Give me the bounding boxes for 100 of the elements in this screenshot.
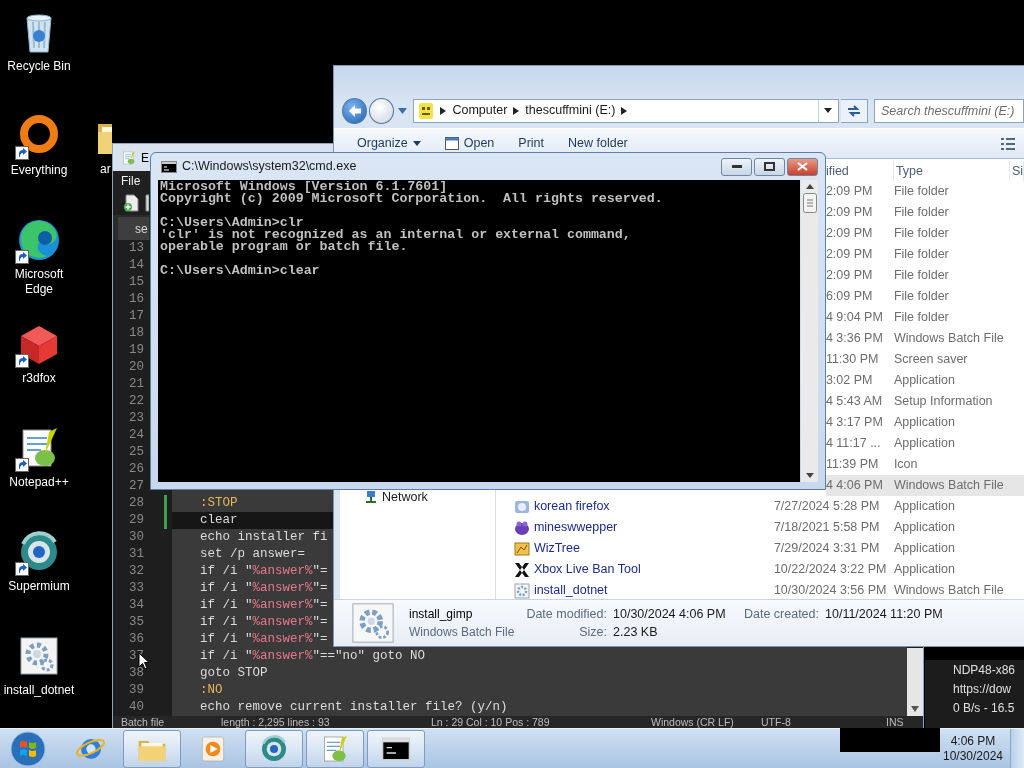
breadcrumb-item[interactable]: thescuffmini (E:) bbox=[525, 101, 616, 120]
line-number: 23 bbox=[128, 410, 145, 427]
code-line: set /p answer= bbox=[200, 547, 306, 561]
file-row[interactable]: 4 11:17 ... Application bbox=[825, 433, 1024, 454]
type-text: Application bbox=[893, 373, 956, 388]
file-row[interactable]: install_dotnet 10/30/2024 3:56 PM Windows Batch File bbox=[495, 580, 1024, 601]
chevron-icon bbox=[621, 106, 628, 115]
close-button[interactable] bbox=[787, 157, 818, 176]
file-row[interactable]: 2:09 PM File folder bbox=[825, 244, 1024, 265]
icon-label[interactable]: install_dotnet bbox=[3, 683, 75, 698]
file-row[interactable]: 6:09 PM File folder bbox=[825, 286, 1024, 307]
search-field[interactable]: Search thescuffmini (E:) bbox=[874, 98, 1024, 123]
code-line: if /i "%answer%"= bbox=[200, 581, 328, 595]
creature-icon bbox=[513, 519, 530, 536]
scroll-thumb-icon[interactable] bbox=[802, 193, 817, 213]
date-text: 4 3:17 PM bbox=[825, 415, 883, 430]
caret-icon bbox=[412, 141, 421, 146]
date-text: 4 9:04 PM bbox=[825, 310, 883, 325]
line-number: 17 bbox=[128, 308, 145, 325]
list-view-icon bbox=[1000, 136, 1016, 151]
date-text: 4 3:36 PM bbox=[825, 331, 883, 346]
file-row[interactable]: 2:09 PM File folder bbox=[825, 181, 1024, 202]
field-value: 2.23 KB bbox=[613, 625, 659, 640]
type-text: File folder bbox=[893, 310, 949, 325]
status-text: length : 2,295 lines : 93 bbox=[221, 716, 331, 728]
file-name: install_gimp bbox=[409, 606, 473, 622]
type-text: File folder bbox=[893, 184, 949, 199]
file-row[interactable]: 3:02 PM Application bbox=[825, 370, 1024, 391]
clock-time[interactable]: 4:06 PM bbox=[950, 733, 996, 749]
file-row[interactable]: 2:09 PM File folder bbox=[825, 202, 1024, 223]
file-row[interactable]: 2:09 PM File folder bbox=[825, 265, 1024, 286]
file-row[interactable]: 11:30 PM Screen saver bbox=[825, 349, 1024, 370]
scrollbar[interactable] bbox=[801, 180, 818, 482]
icon-label[interactable]: Microsoft Edge bbox=[1, 267, 77, 297]
minimize-button[interactable] bbox=[721, 157, 752, 176]
file-type: Windows Batch File bbox=[409, 624, 515, 640]
clock-date[interactable]: 10/30/2024 bbox=[942, 748, 1004, 764]
back-button[interactable] bbox=[342, 97, 368, 124]
file-row[interactable]: Xbox Live Ban Tool 10/22/2024 3:22 PM Application bbox=[495, 559, 1024, 580]
icon-label[interactable]: Supermium bbox=[8, 579, 70, 594]
file-row[interactable]: WizTree 7/29/2024 3:31 PM Application bbox=[495, 538, 1024, 559]
console-line: operable program or batch file. bbox=[160, 241, 409, 253]
type-text: Application bbox=[893, 415, 956, 430]
toolbar-button[interactable]: New folder bbox=[560, 131, 636, 156]
file-row[interactable]: 4 4:06 PM Windows Batch File bbox=[825, 475, 1024, 496]
maximize-button[interactable] bbox=[754, 157, 785, 176]
toolbar-button[interactable]: Organize bbox=[349, 131, 429, 156]
type-text: Windows Batch File bbox=[893, 583, 1004, 598]
drive-icon bbox=[418, 101, 435, 120]
caret-icon bbox=[398, 107, 408, 114]
field-value: 10/11/2024 11:20 PM bbox=[825, 607, 943, 622]
type-text: Windows Batch File bbox=[893, 331, 1004, 346]
date-text: 2:09 PM bbox=[825, 247, 873, 262]
address-bar[interactable]: Computer thescuffmini (E:) bbox=[413, 98, 839, 123]
icon-label[interactable]: Everything bbox=[10, 163, 68, 178]
file-row[interactable]: 4 9:04 PM File folder bbox=[825, 307, 1024, 328]
file-row[interactable]: 11:39 PM Icon bbox=[825, 454, 1024, 475]
code-line: if /i "%answer%"= bbox=[200, 615, 328, 629]
scroll-down-icon bbox=[911, 706, 919, 712]
type-text: Screen saver bbox=[893, 352, 968, 367]
windows-orb-icon bbox=[10, 730, 46, 767]
file-row[interactable]: 2:09 PM File folder bbox=[825, 223, 1024, 244]
toolbar-button[interactable]: Print bbox=[510, 131, 553, 156]
code-line: if /i "%answer%"=="no" goto NO bbox=[200, 649, 426, 663]
status-text: Windows (CR LF) bbox=[651, 716, 735, 728]
icon-label[interactable]: ar bbox=[100, 162, 111, 176]
file-row[interactable]: 4 3:36 PM Windows Batch File bbox=[825, 328, 1024, 349]
file-row[interactable]: 4 3:17 PM Application bbox=[825, 412, 1024, 433]
icon-label[interactable]: Recycle Bin bbox=[7, 59, 71, 74]
back-arrow-icon bbox=[347, 103, 362, 118]
field-label: Date created: bbox=[743, 607, 819, 622]
forward-button[interactable] bbox=[369, 97, 395, 124]
taskbar-button[interactable] bbox=[367, 729, 425, 768]
file-row[interactable]: 4 5:43 AM Setup Information bbox=[825, 391, 1024, 412]
breadcrumb-item[interactable]: Computer bbox=[452, 101, 508, 120]
file-name: korean firefox bbox=[533, 498, 610, 516]
console-icon bbox=[161, 160, 177, 173]
status-text: UTF-8 bbox=[761, 716, 792, 728]
icon-label[interactable]: Notepad++ bbox=[9, 475, 69, 490]
console-line: 'clr' is not recognized as an internal or external command, bbox=[160, 229, 632, 241]
refresh-button[interactable] bbox=[840, 98, 868, 123]
menu-item[interactable]: File bbox=[121, 172, 141, 190]
line-number: 21 bbox=[128, 376, 145, 393]
scrollbar[interactable] bbox=[907, 648, 923, 716]
line-number: 24 bbox=[128, 427, 145, 444]
code-line: goto STOP bbox=[200, 666, 268, 680]
column-header[interactable]: Si bbox=[1009, 161, 1024, 181]
new-file-icon[interactable] bbox=[123, 194, 141, 212]
column-header[interactable]: Type bbox=[893, 161, 1010, 181]
line-number: 22 bbox=[128, 393, 145, 410]
recent-pages-button[interactable] bbox=[396, 107, 410, 114]
file-row[interactable]: mineswwepper 7/18/2021 5:58 PM Application bbox=[495, 517, 1024, 538]
icon-label[interactable]: r3dfox bbox=[22, 371, 56, 386]
code-line: clear bbox=[200, 513, 238, 527]
start-button[interactable] bbox=[7, 729, 49, 768]
close-icon bbox=[797, 162, 808, 171]
file-tab[interactable]: se bbox=[118, 217, 149, 240]
file-row[interactable]: korean firefox 7/27/2024 5:28 PM Application bbox=[495, 496, 1024, 517]
line-number: 18 bbox=[128, 325, 145, 342]
nav-item[interactable]: Network bbox=[364, 488, 428, 507]
